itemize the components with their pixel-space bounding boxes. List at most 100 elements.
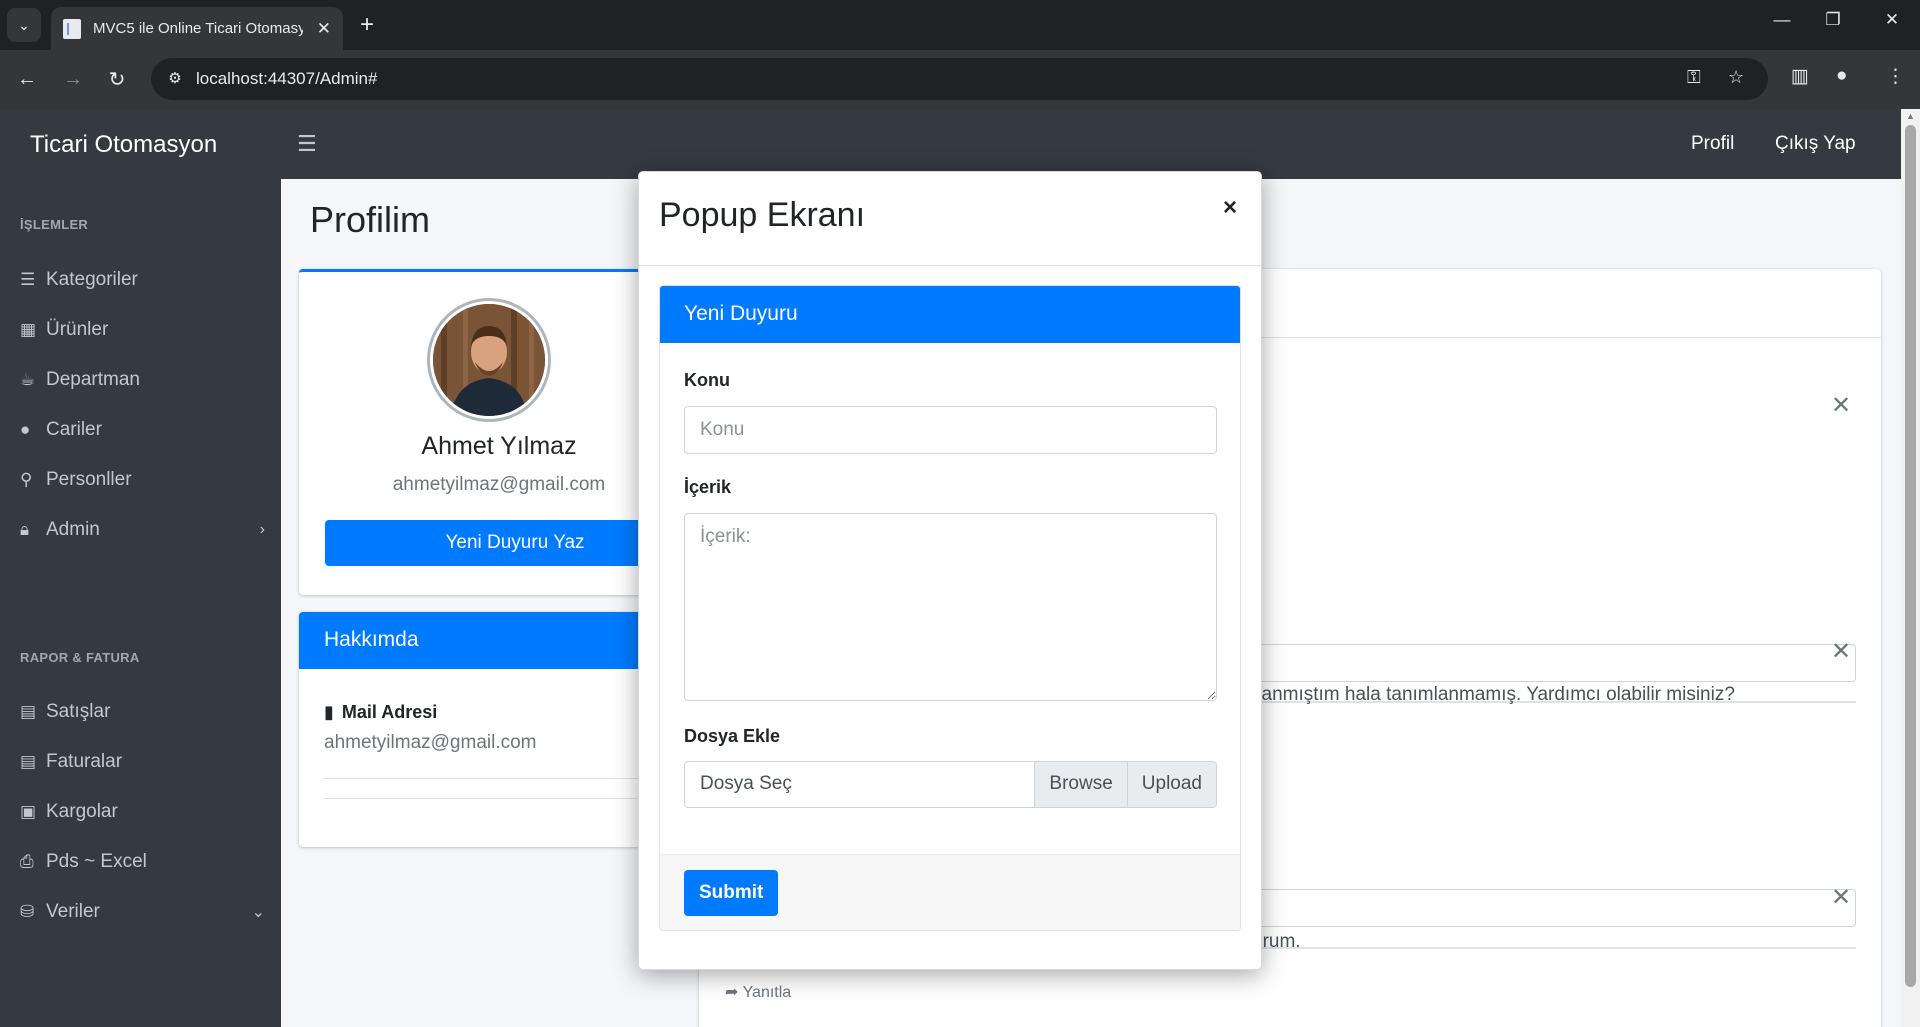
submit-button[interactable]: Submit (684, 870, 779, 916)
sidebar-item-label: Pds ~ Excel (46, 851, 147, 872)
close-icon[interactable]: × (1223, 194, 1237, 222)
announcement-form-card: Yeni Duyuru Konu İçerik Dosya Ekle Dosya… (659, 285, 1241, 931)
page-scrollbar[interactable]: ▲ (1901, 109, 1920, 1027)
subject-input[interactable] (684, 406, 1217, 454)
boxes-icon: ▣ (20, 802, 37, 821)
sidebar-section-header: İŞLEMLER (20, 217, 89, 232)
browser-toolbar: ← → ↻ ⚙ localhost:44307/Admin# ⚿ ☆ ▥ ● ⋮ (0, 50, 1920, 109)
mail-label: ▮ Mail Adresi (324, 702, 437, 723)
sidebar-item-urunler[interactable]: ▦ Ürünler (20, 312, 265, 348)
browser-tab[interactable]: MVC5 ile Online Ticari Otomasyon ✕ (51, 7, 343, 50)
web-page: Ticari Otomasyon ☰ Profil Çıkış Yap İŞLE… (0, 109, 1901, 1027)
sidebar-item-label: Departman (46, 369, 140, 390)
window-close-icon[interactable]: ✕ (1872, 10, 1912, 30)
form-card-title: Yeni Duyuru (660, 286, 1240, 343)
minimize-icon[interactable]: — (1762, 10, 1802, 30)
mail-label-text: Mail Adresi (341, 702, 438, 722)
list-icon: ☰ (20, 270, 36, 289)
hamburger-menu-icon[interactable]: ☰ (297, 131, 317, 157)
form-footer: Submit (660, 854, 1240, 930)
lock-icon: 🔒︎ (20, 520, 30, 539)
sidebar-section-header: RAPOR & FATURA (20, 650, 140, 665)
sidebar: İŞLEMLER ☰ Kategoriler ▦ Ürünler ☕ Depar… (0, 179, 281, 1027)
file-input[interactable]: Dosya Seç (685, 762, 1034, 807)
browse-button[interactable]: Browse (1034, 762, 1127, 807)
forward-icon[interactable]: → (56, 62, 90, 96)
sidebar-item-personller[interactable]: ⚲ Personller (20, 462, 265, 498)
sidebar-item-departman[interactable]: ☕ Departman (20, 362, 265, 398)
new-tab-button[interactable]: + (352, 10, 382, 40)
message-text: zanmıştım hala tanımlanmamış. Yardımcı o… (1252, 684, 1735, 705)
table-icon: ▦ (20, 320, 37, 339)
content-textarea[interactable] (684, 513, 1217, 701)
browser-tabbar: ⌄ MVC5 ile Online Ticari Otomasyon ✕ + —… (0, 0, 1920, 50)
sidebar-item-kategoriler[interactable]: ☰ Kategoriler (20, 262, 265, 298)
file-upload-group: Dosya Seç Browse Upload (684, 761, 1217, 808)
sidebar-item-label: Cariler (46, 419, 102, 440)
search-icon: ⚲ (20, 470, 33, 489)
sidebar-item-cariler[interactable]: ● Cariler (20, 412, 265, 448)
sidebar-item-label: Kategoriler (46, 269, 138, 290)
chevron-down-icon: ⌄ (251, 904, 265, 921)
profile-name: Ahmet Yılmaz (421, 432, 577, 460)
book-icon: ▮ (324, 702, 334, 722)
profile-email: ahmetyilmaz@gmail.com (392, 474, 606, 495)
url-text[interactable]: localhost:44307/Admin# (196, 69, 377, 89)
modal-title: Popup Ekranı (659, 196, 866, 234)
reply-link[interactable]: ➦ Yanıtla (725, 982, 791, 1002)
content-label: İçerik (684, 477, 732, 497)
scroll-thumb[interactable] (1905, 125, 1916, 987)
sidebar-item-admin[interactable]: 🔒︎ Admin › (20, 512, 265, 548)
subject-label: Konu (684, 370, 730, 390)
brand-title[interactable]: Ticari Otomasyon (30, 131, 217, 159)
favicon-icon (63, 18, 81, 39)
sidebar-item-label: Faturalar (46, 751, 123, 772)
tab-title: MVC5 ile Online Ticari Otomasyon (93, 20, 303, 37)
close-icon[interactable]: ✕ (1831, 637, 1851, 666)
top-navbar: Ticari Otomasyon ☰ Profil Çıkış Yap (0, 109, 1901, 179)
sidebar-item-faturalar[interactable]: ▤ Faturalar (20, 744, 265, 780)
database-icon: ⛁ (20, 902, 35, 921)
upload-button[interactable]: Upload (1126, 762, 1216, 807)
password-key-icon[interactable]: ⚿ (1687, 67, 1701, 88)
close-tab-icon[interactable]: ✕ (317, 19, 331, 39)
popup-modal: Popup Ekranı × Yeni Duyuru Konu İçerik D… (638, 171, 1262, 970)
sidebar-item-label: Satışlar (46, 701, 111, 722)
tab-list-button[interactable]: ⌄ (7, 8, 41, 42)
divider (324, 798, 674, 799)
reply-arrow-icon: ➦ (725, 984, 739, 1001)
sidebar-item-satislar[interactable]: ▤ Satışlar (20, 694, 265, 730)
divider (324, 778, 674, 779)
profile-avatar-icon[interactable]: ● (1836, 65, 1847, 87)
reload-icon[interactable]: ↻ (100, 62, 134, 96)
back-icon[interactable]: ← (10, 62, 44, 96)
calendar-icon: ▤ (20, 702, 37, 721)
divider (639, 265, 1261, 266)
bookmark-star-icon[interactable]: ☆ (1728, 67, 1744, 88)
mail-value: ahmetyilmaz@gmail.com (324, 732, 537, 753)
sidebar-item-pds-excel[interactable]: ⎙ Pds ~ Excel (20, 844, 265, 880)
restore-icon[interactable]: ❐ (1813, 10, 1853, 30)
chevron-right-icon: › (259, 521, 265, 538)
logout-link[interactable]: Çıkış Yap (1775, 133, 1856, 155)
profile-link[interactable]: Profil (1691, 133, 1734, 155)
sidebar-item-veriler[interactable]: ⛁ Veriler ⌄ (20, 894, 265, 930)
sidebar-item-label: Kargolar (46, 801, 118, 822)
sidebar-item-label: Admin (46, 519, 100, 540)
site-info-icon[interactable]: ⚙ (163, 67, 187, 91)
sidebar-item-label: Ürünler (46, 319, 109, 340)
calendar-icon: ▤ (20, 752, 37, 771)
side-panel-icon[interactable]: ▥ (1791, 65, 1809, 88)
file-label: Dosya Ekle (684, 726, 781, 746)
close-icon[interactable]: ✕ (1831, 883, 1851, 912)
print-icon: ⎙ (20, 852, 34, 871)
address-bar[interactable]: ⚙ localhost:44307/Admin# ⚿ ☆ (151, 58, 1768, 100)
scroll-up-icon[interactable]: ▲ (1905, 111, 1916, 121)
user-icon: ● (20, 420, 31, 439)
menu-icon[interactable]: ⋮ (1886, 65, 1905, 88)
sidebar-item-label: Personller (46, 469, 132, 490)
avatar-photo (433, 304, 545, 416)
close-icon[interactable]: ✕ (1831, 391, 1851, 420)
coffee-icon: ☕ (20, 370, 36, 389)
sidebar-item-kargolar[interactable]: ▣ Kargolar (20, 794, 265, 830)
